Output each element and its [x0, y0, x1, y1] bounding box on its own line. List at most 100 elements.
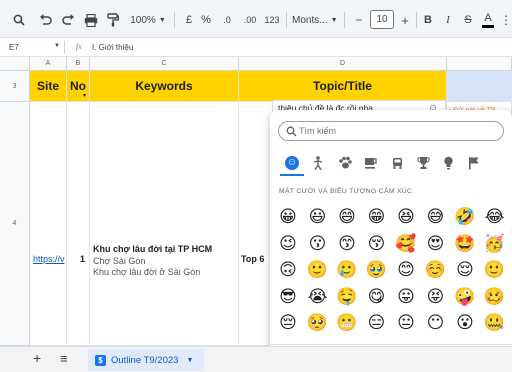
column-header-a[interactable]: A	[30, 57, 67, 71]
header-cell-no[interactable]: No ▾	[67, 71, 90, 102]
no-cell[interactable]: 1	[67, 102, 90, 346]
emoji-button[interactable]: 😅	[425, 206, 447, 228]
emoji-button[interactable]: 😁	[366, 206, 388, 228]
header-cell-topic[interactable]: Topic/Title	[239, 71, 447, 102]
more-icon[interactable]: ⋮	[500, 11, 512, 29]
activity-category-icon[interactable]	[413, 153, 433, 173]
emoji-button[interactable]: 🤤	[336, 286, 358, 308]
undo-icon[interactable]	[36, 11, 54, 29]
more-formats-button[interactable]: 123	[262, 11, 282, 29]
add-sheet-button[interactable]: +	[33, 350, 41, 366]
filter-dropdown-icon[interactable]: ▾	[83, 92, 86, 99]
objects-category-icon[interactable]	[438, 153, 458, 173]
header-cell-e[interactable]	[447, 71, 512, 102]
emoji-button[interactable]: 😐	[395, 312, 417, 334]
emoji-button[interactable]: 😔	[277, 312, 299, 334]
emoji-section-title: MẶT CƯỜI VÀ BIỂU TƯỢNG CẢM XÚC	[279, 188, 413, 195]
smileys-category-icon[interactable]: ☺	[282, 153, 302, 173]
sheet-tab-outline[interactable]: $ Outline T9/2023 ▼	[88, 349, 204, 371]
emoji-button[interactable]: 😮	[454, 312, 476, 334]
emoji-button[interactable]: 😍	[425, 233, 447, 255]
emoji-button[interactable]: 😑	[366, 312, 388, 334]
emoji-button[interactable]: 🙃	[277, 259, 299, 281]
emoji-button[interactable]: 😆	[395, 206, 417, 228]
keywords-cell[interactable]: Khu chợ lâu đời tại TP HCM Chợ Sài Gòn K…	[90, 102, 239, 346]
emoji-button[interactable]: 🥳	[484, 233, 506, 255]
search-menus-icon[interactable]	[10, 11, 28, 29]
row-header-3[interactable]: 3	[0, 71, 30, 102]
zoom-select[interactable]: 100% ▼	[126, 11, 170, 29]
emoji-button[interactable]: 🥰	[395, 233, 417, 255]
chevron-down-icon[interactable]: ▼	[186, 357, 193, 364]
emoji-search-input[interactable]	[299, 124, 489, 138]
header-cell-keywords[interactable]: Keywords	[90, 71, 239, 102]
emoji-button[interactable]: 🙂	[307, 259, 329, 281]
name-box[interactable]: E7	[9, 43, 19, 52]
emoji-button[interactable]: 😙	[336, 233, 358, 255]
increase-font-size-button[interactable]: +	[398, 11, 412, 29]
emoji-button[interactable]: 🤩	[454, 233, 476, 255]
header-cell-site[interactable]: Site	[30, 71, 67, 102]
emoji-button[interactable]: 😚	[366, 233, 388, 255]
formula-input[interactable]: I. Giới thiệu	[92, 43, 133, 52]
emoji-button[interactable]: 😬	[336, 312, 358, 334]
text-color-button[interactable]: A	[481, 11, 495, 29]
site-link[interactable]: https://v	[33, 254, 65, 264]
paint-format-icon[interactable]	[104, 11, 122, 29]
emoji-search-box[interactable]	[278, 121, 504, 141]
zoom-value: 100%	[130, 14, 156, 26]
increase-decimal-button[interactable]: .00	[239, 11, 261, 29]
emoji-button[interactable]: 🥴	[484, 286, 506, 308]
emoji-button[interactable]: 😶	[425, 312, 447, 334]
emoji-button[interactable]: 😛	[395, 286, 417, 308]
people-category-icon[interactable]	[308, 153, 328, 173]
emoji-button[interactable]: 😃	[307, 206, 329, 228]
emoji-button[interactable]: 😭	[307, 286, 329, 308]
decrease-font-size-button[interactable]: −	[352, 11, 366, 29]
emoji-button[interactable]: 😉	[277, 233, 299, 255]
emoji-button[interactable]: 🙂	[484, 259, 506, 281]
redo-icon[interactable]	[59, 11, 77, 29]
currency-icon: £	[185, 14, 193, 26]
italic-button[interactable]: I	[441, 11, 455, 29]
font-size-input[interactable]: 10	[370, 10, 394, 29]
print-icon[interactable]	[82, 11, 100, 29]
emoji-button[interactable]: 🥹	[366, 259, 388, 281]
emoji-button[interactable]: 😝	[425, 286, 447, 308]
emoji-button[interactable]: 😗	[307, 233, 329, 255]
font-family-select[interactable]: Monts... ▼	[292, 11, 338, 29]
emoji-button[interactable]: 🤪	[454, 286, 476, 308]
emoji-button[interactable]: 🥲	[336, 259, 358, 281]
bold-button[interactable]: B	[421, 11, 435, 29]
emoji-button[interactable]: 😂	[484, 206, 506, 228]
no-value: 1	[79, 254, 85, 264]
emoji-button[interactable]: 😄	[336, 206, 358, 228]
column-header-b[interactable]: B	[67, 57, 90, 71]
emoji-button[interactable]: 🤣	[454, 206, 476, 228]
column-header-c[interactable]: C	[90, 57, 239, 71]
emoji-button[interactable]: 😊	[395, 259, 417, 281]
emoji-picker: ☺ MẶT CƯỜI VÀ BIỂU TƯỢNG CẢM XÚC 😀 😃 😄 😁 😆 😅 🤣…	[270, 110, 512, 372]
emoji-button[interactable]: ☺️	[425, 259, 447, 281]
emoji-button[interactable]: 😎	[277, 286, 299, 308]
emoji-button[interactable]: 😌	[454, 259, 476, 281]
site-cell[interactable]: https://v	[30, 102, 67, 346]
select-all-corner[interactable]	[0, 57, 30, 71]
flags-category-icon[interactable]	[464, 153, 484, 173]
all-sheets-menu-button[interactable]: ≡	[60, 351, 68, 366]
strikethrough-button[interactable]: S	[461, 11, 475, 29]
percent-format-button[interactable]: %	[199, 11, 213, 29]
nature-category-icon[interactable]	[335, 153, 355, 173]
row-header-4[interactable]: 4	[0, 102, 30, 346]
food-category-icon[interactable]	[361, 153, 381, 173]
emoji-button[interactable]: 😋	[366, 286, 388, 308]
chevron-down-icon[interactable]: ▼	[54, 43, 60, 49]
currency-format-button[interactable]: £	[182, 11, 196, 29]
decrease-decimal-button[interactable]: .0	[218, 11, 236, 29]
travel-category-icon[interactable]	[387, 153, 407, 173]
emoji-button[interactable]: 🤐	[484, 312, 506, 334]
emoji-button[interactable]: 🥺	[307, 312, 329, 334]
emoji-button[interactable]: 😀	[277, 206, 299, 228]
column-header-e[interactable]	[447, 57, 512, 71]
column-header-d[interactable]: D	[239, 57, 447, 71]
